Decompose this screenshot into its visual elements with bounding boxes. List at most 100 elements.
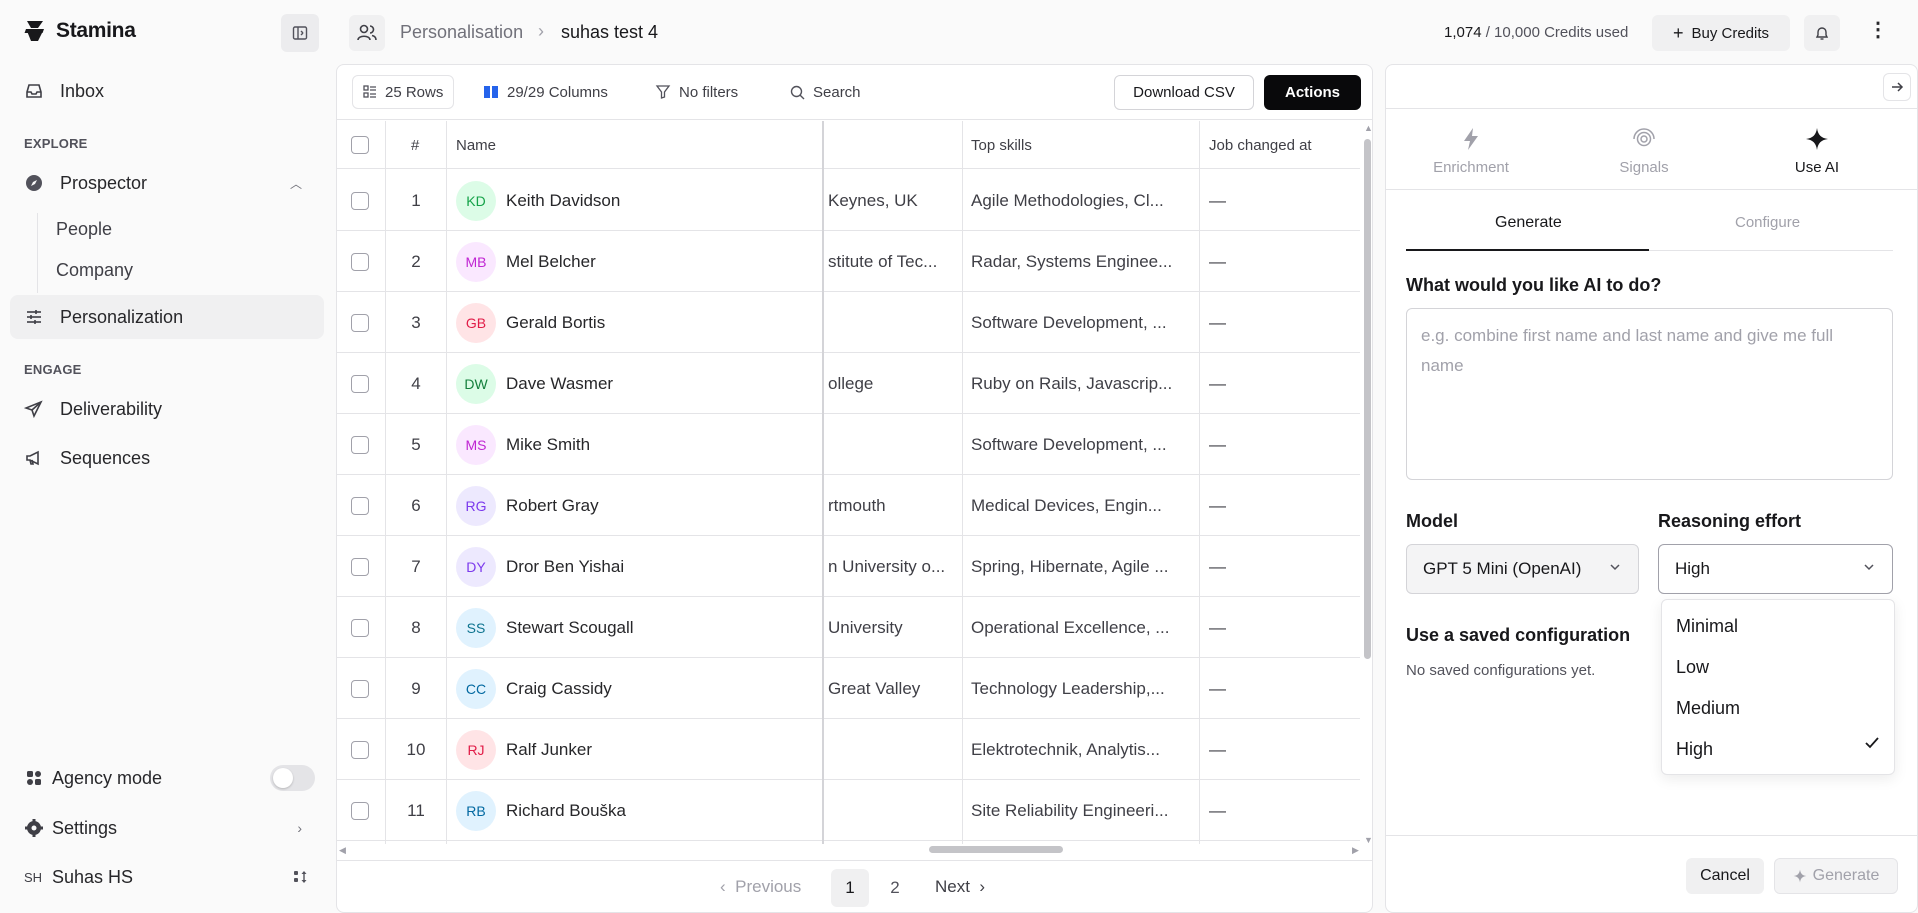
option-minimal[interactable]: Minimal — [1676, 616, 1738, 637]
page-1-button[interactable]: 1 — [831, 869, 869, 907]
table-row[interactable]: 2 MB Mel Belcher stitute of Tec... Radar, Sy… — [337, 231, 1360, 292]
table-row[interactable]: 11 RB Richard Bouška Site Reliability Engin… — [337, 780, 1360, 841]
row-partial-cell — [828, 719, 958, 780]
row-checkbox[interactable] — [351, 719, 369, 780]
scroll-up-arrow-icon[interactable]: ▲ — [1364, 123, 1372, 133]
next-page-button[interactable]: Next › — [935, 877, 985, 897]
sidebar-item-personalization[interactable]: Personalization — [10, 295, 324, 339]
row-partial-cell: stitute of Tec... — [828, 251, 938, 271]
option-high[interactable]: High — [1676, 739, 1713, 760]
table-row[interactable]: 3 GB Gerald Bortis Software Development, ..… — [337, 292, 1360, 353]
notifications-button[interactable] — [1804, 15, 1840, 51]
tab-label: Use AI — [1794, 159, 1840, 176]
filters-button[interactable]: No filters — [645, 75, 748, 109]
sidebar-item-company[interactable]: Company — [56, 260, 133, 281]
table-row[interactable]: 8 SS Stewart Scougall University Operational… — [337, 597, 1360, 658]
option-low[interactable]: Low — [1676, 657, 1709, 678]
page-2-button[interactable]: 2 — [876, 869, 914, 907]
columns-selector[interactable]: 29/29 Columns — [473, 75, 618, 109]
agency-mode-toggle[interactable] — [270, 765, 315, 791]
switch-account-icon[interactable] — [292, 868, 310, 886]
credits-used: 1,074 — [1444, 24, 1482, 41]
row-name-cell[interactable]: MB Mel Belcher — [456, 231, 816, 292]
sidebar-item-prospector[interactable]: Prospector ︿ — [10, 161, 324, 205]
row-name-cell[interactable]: GB Gerald Bortis — [456, 292, 816, 353]
chevron-right-icon: › — [297, 820, 302, 836]
row-name-cell[interactable]: DY Dror Ben Yishai — [456, 536, 816, 597]
vertical-scrollbar[interactable] — [1364, 139, 1371, 659]
more-options-icon[interactable]: ⋮ — [1868, 20, 1888, 40]
reasoning-effort-select[interactable]: High — [1658, 544, 1893, 594]
app-name: Stamina — [56, 19, 136, 42]
sidebar-item-label: Settings — [52, 817, 118, 838]
previous-page-button[interactable]: ‹ Previous — [720, 877, 801, 897]
table-row[interactable]: 5 MS Mike Smith Software Development, ... — — [337, 414, 1360, 475]
row-checkbox[interactable] — [351, 414, 369, 475]
row-checkbox[interactable] — [351, 536, 369, 597]
scroll-down-arrow-icon[interactable]: ▼ — [1364, 835, 1372, 845]
row-checkbox[interactable] — [351, 475, 369, 536]
collapse-sidebar-button[interactable] — [281, 14, 319, 52]
row-checkbox[interactable] — [351, 170, 369, 231]
sidebar-item-inbox[interactable]: Inbox — [10, 69, 324, 113]
table-row[interactable]: 6 RG Robert Gray rtmouth Medical Devices, En… — [337, 475, 1360, 536]
select-all-checkbox[interactable] — [351, 121, 369, 169]
table-row[interactable]: 7 DY Dror Ben Yishai n University o... Sprin… — [337, 536, 1360, 597]
tab-signals[interactable]: Signals — [1559, 122, 1729, 192]
row-name-cell[interactable]: CC Craig Cassidy — [456, 658, 816, 719]
option-medium[interactable]: Medium — [1676, 698, 1740, 719]
table-row[interactable]: 1 KD Keith Davidson Keynes, UK Agile Methodo… — [337, 170, 1360, 231]
table-row[interactable]: 10 RJ Ralf Junker Elektrotechnik, Analytis.… — [337, 719, 1360, 780]
row-name-cell[interactable]: RB Richard Bouška — [456, 780, 816, 841]
row-index: 5 — [411, 434, 421, 454]
rows-selector[interactable]: 25 Rows — [352, 75, 455, 109]
cancel-button[interactable]: Cancel — [1686, 858, 1764, 894]
horizontal-scrollbar[interactable] — [929, 846, 1063, 853]
row-checkbox[interactable] — [351, 780, 369, 841]
prompt-textarea[interactable]: e.g. combine first name and last name an… — [1406, 308, 1893, 480]
app-logo[interactable]: Stamina — [22, 18, 136, 44]
tab-enrichment[interactable]: Enrichment — [1386, 122, 1556, 192]
column-header-top-skills[interactable]: Top skills — [971, 121, 1032, 169]
row-index: 1 — [411, 190, 421, 210]
collapse-panel-button[interactable] — [1883, 73, 1911, 101]
model-select[interactable]: GPT 5 Mini (OpenAI) — [1406, 544, 1639, 594]
panel-divider — [1386, 108, 1917, 109]
panel-footer-divider — [1386, 835, 1917, 836]
subtab-generate[interactable]: Generate — [1495, 214, 1562, 232]
sidebar-item-deliverability[interactable]: Deliverability — [10, 387, 324, 431]
row-checkbox[interactable] — [351, 292, 369, 353]
generate-button[interactable]: Generate — [1774, 858, 1898, 894]
tab-use-ai[interactable]: Use AI — [1732, 122, 1902, 192]
sidebar-item-people[interactable]: People — [56, 219, 112, 240]
scroll-left-arrow-icon[interactable]: ◀ — [339, 845, 346, 856]
column-header-job-changed-at[interactable]: Job changed at — [1209, 121, 1312, 169]
search-icon — [790, 85, 805, 99]
table-row[interactable]: 4 DW Dave Wasmer ollege Ruby on Rails, Javas… — [337, 353, 1360, 414]
row-checkbox[interactable] — [351, 658, 369, 719]
row-name-cell[interactable]: DW Dave Wasmer — [456, 353, 816, 414]
row-name-cell[interactable]: MS Mike Smith — [456, 414, 816, 475]
buy-credits-button[interactable]: + Buy Credits — [1652, 15, 1790, 51]
row-checkbox[interactable] — [351, 353, 369, 414]
scroll-right-arrow-icon[interactable]: ▶ — [1352, 845, 1359, 856]
row-name-cell[interactable]: RJ Ralf Junker — [456, 719, 816, 780]
breadcrumb-parent[interactable]: Personalisation — [400, 22, 523, 43]
row-name-cell[interactable]: SS Stewart Scougall — [456, 597, 816, 658]
row-checkbox[interactable] — [351, 597, 369, 658]
subtab-configure[interactable]: Configure — [1735, 214, 1800, 231]
sidebar-item-settings[interactable]: Settings › — [10, 806, 324, 850]
row-checkbox[interactable] — [351, 231, 369, 292]
download-csv-button[interactable]: Download CSV — [1114, 75, 1254, 110]
user-avatar: SH — [24, 869, 43, 885]
sidebar-user[interactable]: SH Suhas HS — [10, 855, 324, 899]
chevron-up-icon[interactable]: ︿ — [290, 175, 302, 192]
row-name-cell[interactable]: KD Keith Davidson — [456, 170, 816, 231]
search-button[interactable]: Search — [780, 75, 871, 109]
column-header-name[interactable]: Name — [456, 121, 496, 169]
actions-button[interactable]: Actions — [1264, 75, 1361, 110]
sidebar-item-sequences[interactable]: Sequences — [10, 436, 324, 480]
table-row[interactable]: 9 CC Craig Cassidy Great Valley Technology L… — [337, 658, 1360, 719]
top-bar: Personalisation › suhas test 4 1,074 / 1… — [334, 0, 1918, 64]
row-name-cell[interactable]: RG Robert Gray — [456, 475, 816, 536]
